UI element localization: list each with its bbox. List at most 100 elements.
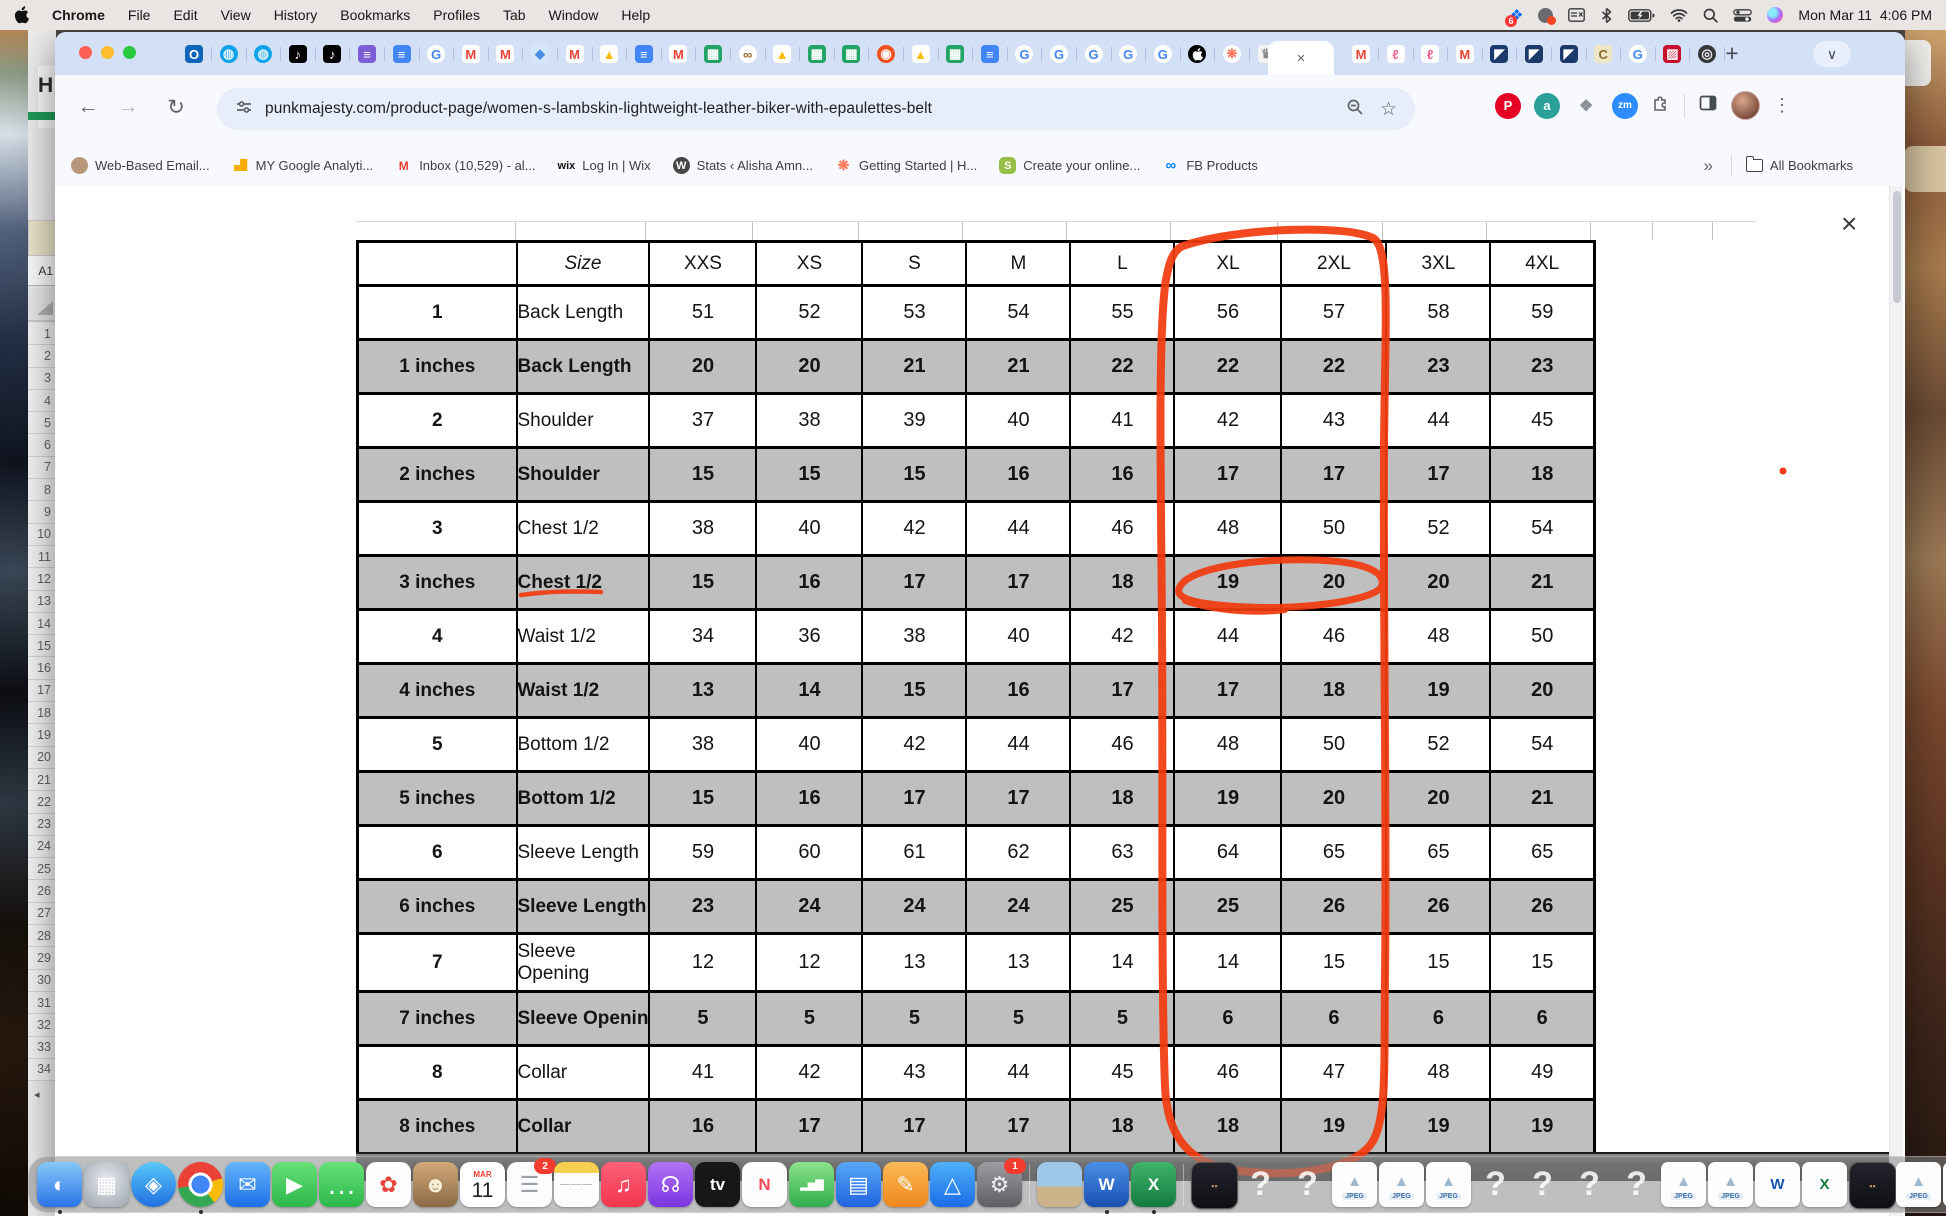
- sheet-row-header[interactable]: 26: [28, 880, 56, 902]
- url-text[interactable]: punkmajesty.com/product-page/women-s-lam…: [265, 100, 932, 118]
- sheet-row-header[interactable]: 24: [28, 836, 56, 858]
- dock-icon-music[interactable]: ♫: [601, 1162, 646, 1207]
- tab-favicon-google[interactable]: G: [1015, 45, 1033, 63]
- menu-profiles[interactable]: Profiles: [433, 7, 480, 23]
- sheet-row-header[interactable]: 6: [28, 434, 56, 456]
- bookmark-item[interactable]: ❋Getting Started | H...: [835, 157, 977, 174]
- menu-bookmarks[interactable]: Bookmarks: [340, 7, 410, 23]
- forward-button[interactable]: →: [113, 95, 143, 119]
- dock-icon-keynote[interactable]: ▤: [836, 1162, 881, 1207]
- bookmark-item[interactable]: SCreate your online...: [999, 157, 1140, 174]
- dock-file-jpeg[interactable]: ▲JPEG: [1426, 1162, 1471, 1207]
- dock-icon-chrome[interactable]: [178, 1162, 223, 1207]
- sheet-row-header[interactable]: 2: [28, 345, 56, 367]
- dock-file-question[interactable]: ?: [1285, 1162, 1330, 1207]
- tab-favicon-google[interactable]: G: [1629, 45, 1647, 63]
- tab-favicon-tiktok[interactable]: ♪: [289, 45, 307, 63]
- tab-favicon-purple-list[interactable]: ≡: [358, 45, 376, 63]
- tab-favicon-chrome-dark[interactable]: ◎: [1698, 45, 1716, 63]
- bookmark-item[interactable]: WStats ‹ Alisha Amn...: [673, 157, 813, 174]
- sheet-row-header[interactable]: 32: [28, 1014, 56, 1036]
- sheet-row-header[interactable]: 18: [28, 702, 56, 724]
- dock-icon-app-store[interactable]: △: [930, 1162, 975, 1207]
- dock-file-question[interactable]: ?: [1473, 1162, 1518, 1207]
- menu-window[interactable]: Window: [549, 7, 599, 23]
- tab-favicon-tiktok[interactable]: ♪: [323, 45, 341, 63]
- zoom-extension-icon[interactable]: zm: [1612, 93, 1638, 119]
- wifi-icon[interactable]: [1670, 5, 1688, 25]
- spreadsheet-scroll-left-icon[interactable]: ◂: [34, 1088, 40, 1101]
- bookmark-item[interactable]: Web-Based Email...: [71, 157, 210, 174]
- profile-avatar[interactable]: [1731, 91, 1760, 120]
- dock-icon-word[interactable]: W: [1084, 1162, 1129, 1207]
- dock-icon-facetime[interactable]: ▶: [272, 1162, 317, 1207]
- control-center-icon[interactable]: [1733, 5, 1752, 25]
- pinterest-extension-icon[interactable]: P: [1495, 93, 1521, 119]
- dock-icon-preview-gallery[interactable]: [1037, 1162, 1082, 1207]
- dock-icon-numbers[interactable]: ▂▅▇: [789, 1162, 834, 1207]
- sheet-row-header[interactable]: 8: [28, 479, 56, 501]
- zoom-window-button[interactable]: [123, 46, 136, 59]
- tab-favicon-red-image[interactable]: ▨: [1663, 45, 1681, 63]
- dropbox-extension-icon[interactable]: ❖: [1573, 93, 1599, 119]
- menu-chrome[interactable]: Chrome: [52, 7, 105, 23]
- sheet-row-header[interactable]: 22: [28, 791, 56, 813]
- dock-file-jpeg[interactable]: ▲JPEG: [1896, 1162, 1941, 1207]
- sheet-row-header[interactable]: 13: [28, 591, 56, 613]
- tab-favicon-google[interactable]: G: [1085, 45, 1103, 63]
- sheet-row-header[interactable]: 10: [28, 524, 56, 546]
- dock-icon-pages[interactable]: ✎: [883, 1162, 928, 1207]
- sheet-row-header[interactable]: 25: [28, 858, 56, 880]
- siri-icon[interactable]: [1767, 5, 1783, 25]
- sheet-row-header[interactable]: 15: [28, 635, 56, 657]
- dock-icon-finder[interactable]: ◐: [37, 1162, 82, 1207]
- tab-favicon-att-globe[interactable]: ◍: [254, 45, 272, 63]
- page-scrollbar[interactable]: [1889, 186, 1903, 1216]
- extensions-puzzle-icon[interactable]: [1651, 93, 1671, 118]
- bookmark-star-icon[interactable]: ☆: [1380, 98, 1397, 121]
- tab-favicon-hubspot[interactable]: ❋: [1223, 45, 1241, 63]
- tab-favicon-google[interactable]: G: [1119, 45, 1137, 63]
- sheet-row-header[interactable]: 9: [28, 501, 56, 523]
- bluetooth-icon[interactable]: [1600, 5, 1613, 25]
- bookmark-item[interactable]: wixLog In | Wix: [558, 157, 651, 174]
- bookmark-item[interactable]: ∞FB Products: [1162, 157, 1258, 174]
- dock-file-question[interactable]: ?: [1567, 1162, 1612, 1207]
- amazon-assistant-extension-icon[interactable]: a: [1534, 93, 1560, 119]
- dock-icon-podcasts[interactable]: ☊: [648, 1162, 693, 1207]
- tab-favicon-pink-script[interactable]: ℓ: [1421, 45, 1439, 63]
- dock-file-jpeg[interactable]: ▲JPEG: [1661, 1162, 1706, 1207]
- sheet-row-header[interactable]: 28: [28, 925, 56, 947]
- side-panel-icon[interactable]: [1698, 93, 1718, 118]
- all-bookmarks-button[interactable]: All Bookmarks: [1746, 158, 1853, 173]
- apple-menu-icon[interactable]: [14, 5, 29, 25]
- dock-icon-launchpad[interactable]: ▦: [84, 1162, 129, 1207]
- tab-favicon-outlook[interactable]: O: [185, 45, 203, 63]
- dock-file-question[interactable]: ?: [1238, 1162, 1283, 1207]
- site-info-icon[interactable]: [235, 98, 253, 121]
- dock-icon-notes[interactable]: ———: [554, 1162, 599, 1207]
- sheet-row-header[interactable]: 16: [28, 657, 56, 679]
- sheet-row-header[interactable]: 1: [28, 323, 56, 345]
- menubar-clock[interactable]: Mon Mar 11 4:06 PM: [1798, 7, 1932, 23]
- sheet-row-header[interactable]: 34: [28, 1059, 56, 1081]
- sheet-row-header[interactable]: 31: [28, 992, 56, 1014]
- dropbox-icon[interactable]: ❖6: [1510, 5, 1523, 25]
- tab-favicon-orange-circle[interactable]: ◉: [877, 45, 895, 63]
- sheet-row-header[interactable]: 33: [28, 1037, 56, 1059]
- tab-favicon-att-globe[interactable]: ◍: [220, 45, 238, 63]
- tab-favicon-gmail[interactable]: M: [1352, 45, 1370, 63]
- tab-favicon-sheets[interactable]: ▦: [946, 45, 964, 63]
- address-bar[interactable]: punkmajesty.com/product-page/women-s-lam…: [217, 88, 1415, 130]
- tab-favicon-gmail[interactable]: M: [1456, 45, 1474, 63]
- sheet-row-header[interactable]: 30: [28, 970, 56, 992]
- dock-file-question[interactable]: ?: [1614, 1162, 1659, 1207]
- tab-favicon-google[interactable]: G: [427, 45, 445, 63]
- sheet-row-header[interactable]: 19: [28, 724, 56, 746]
- sheet-row-header[interactable]: 5: [28, 412, 56, 434]
- dock-icon-calendar[interactable]: MAR11: [460, 1162, 505, 1207]
- tab-favicon-usps[interactable]: ◤: [1560, 45, 1578, 63]
- spreadsheet-corner-cell[interactable]: [28, 288, 56, 322]
- dock-icon-contacts[interactable]: ☻: [413, 1162, 458, 1207]
- dock-file-poster[interactable]: ▪▪: [1849, 1162, 1894, 1207]
